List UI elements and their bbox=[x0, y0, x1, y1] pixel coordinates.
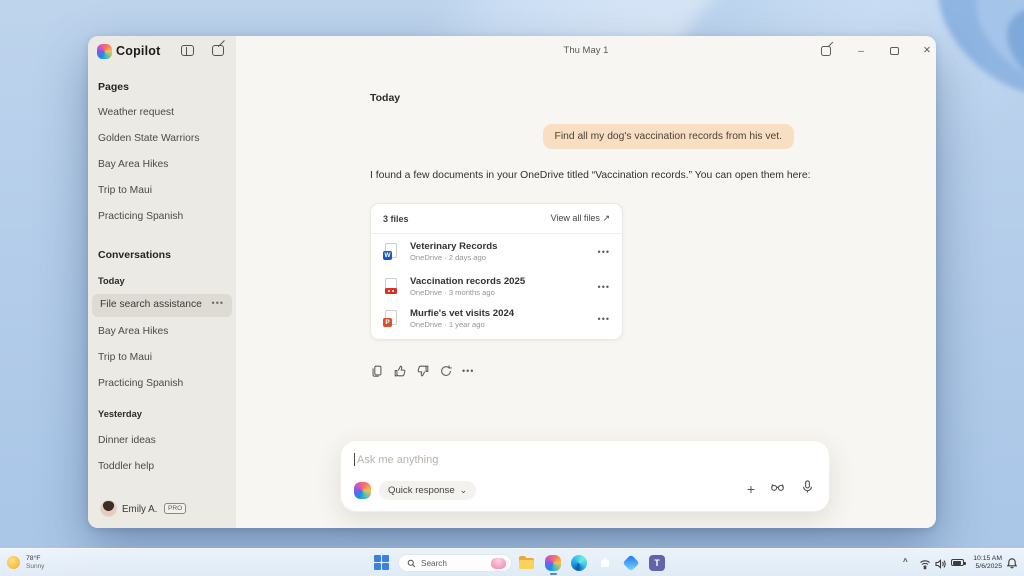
start-button[interactable] bbox=[374, 555, 390, 571]
chat-date-divider: Today bbox=[370, 92, 400, 104]
file-name[interactable]: Vaccination records 2025 bbox=[410, 276, 598, 287]
file-row[interactable]: Vaccination records 2025 OneDrive · 3 mo… bbox=[371, 269, 622, 304]
file-card-header: 3 files View all files ↗ bbox=[371, 204, 622, 234]
pages-header: Pages bbox=[98, 81, 129, 93]
sidebar-toggle-button[interactable] bbox=[181, 44, 195, 58]
regenerate-icon[interactable] bbox=[439, 364, 453, 378]
mic-icon[interactable] bbox=[800, 479, 815, 499]
notification-bell-icon[interactable] bbox=[1006, 556, 1018, 568]
search-input[interactable]: Search bbox=[398, 554, 512, 572]
user-name[interactable]: Emily A. bbox=[122, 504, 157, 515]
search-icon bbox=[407, 559, 416, 568]
file-count-label: 3 files bbox=[383, 214, 409, 224]
tray-date: 5/6/2025 bbox=[966, 563, 1002, 571]
thumbs-up-icon[interactable] bbox=[393, 364, 407, 378]
app-title: Copilot bbox=[116, 44, 160, 58]
microsoft-365-copilot-icon[interactable] bbox=[623, 555, 639, 571]
sidebar-item-weather-request[interactable]: Weather request bbox=[98, 107, 174, 118]
vision-glasses-icon[interactable] bbox=[770, 479, 785, 499]
sidebar-item-practicing-spanish[interactable]: Practicing Spanish bbox=[98, 211, 183, 222]
today-subheader: Today bbox=[98, 276, 125, 286]
conversations-header: Conversations bbox=[98, 249, 171, 261]
tray-clock[interactable]: 10:15 AM 5/6/2025 bbox=[966, 555, 1002, 571]
pdf-doc-icon bbox=[383, 278, 400, 295]
maximize-icon bbox=[890, 47, 899, 55]
sidebar-item-file-search-assistance[interactable]: File search assistance ••• bbox=[92, 294, 232, 317]
view-all-files-link[interactable]: View all files ↗ bbox=[551, 213, 610, 224]
share-icon bbox=[821, 46, 831, 56]
sidebar: Copilot Pages Weather request Golden Sta… bbox=[88, 36, 236, 528]
thumbs-down-icon[interactable] bbox=[416, 364, 430, 378]
teams-icon[interactable]: T bbox=[649, 555, 665, 571]
external-link-icon: ↗ bbox=[602, 213, 610, 223]
file-meta: OneDrive · 2 days ago bbox=[410, 253, 598, 262]
file-more-icon[interactable]: ••• bbox=[598, 247, 610, 257]
word-doc-icon: W bbox=[383, 243, 400, 260]
close-button[interactable]: ✕ bbox=[920, 44, 934, 58]
avatar[interactable] bbox=[100, 500, 117, 517]
wifi-icon[interactable] bbox=[919, 557, 931, 569]
file-meta: OneDrive · 3 months ago bbox=[410, 288, 598, 297]
sidebar-item-dinner-ideas[interactable]: Dinner ideas bbox=[98, 435, 156, 446]
sidebar-item-bay-area-hikes[interactable]: Bay Area Hikes bbox=[98, 159, 168, 170]
sidebar-item-trip-to-maui-convo[interactable]: Trip to Maui bbox=[98, 352, 152, 363]
search-highlight-image[interactable] bbox=[491, 558, 506, 569]
sidebar-item-toddler-help[interactable]: Toddler help bbox=[98, 461, 154, 472]
main-content: Thu May 1 – ✕ Today Find all my dog's va… bbox=[236, 36, 936, 528]
powerpoint-doc-icon: P bbox=[383, 310, 400, 327]
copy-icon[interactable] bbox=[370, 364, 384, 378]
response-mode-dropdown[interactable]: Quick response ⌄ bbox=[379, 481, 476, 500]
weather-temperature[interactable]: 78°F bbox=[26, 555, 40, 562]
desktop: Copilot Pages Weather request Golden Sta… bbox=[0, 0, 1024, 576]
file-explorer-icon[interactable] bbox=[519, 555, 535, 571]
copilot-logo-icon bbox=[97, 44, 112, 59]
copilot-app-window: Copilot Pages Weather request Golden Sta… bbox=[88, 36, 936, 528]
selected-conversation-label: File search assistance bbox=[100, 299, 202, 310]
yesterday-subheader: Yesterday bbox=[98, 409, 142, 419]
copilot-logo-icon bbox=[354, 482, 371, 499]
taskbar: 78°F Sunny Search T ^ bbox=[0, 548, 1024, 576]
attach-plus-icon[interactable]: + bbox=[747, 481, 755, 497]
share-button[interactable] bbox=[820, 44, 834, 58]
more-actions-icon[interactable]: ••• bbox=[462, 364, 474, 378]
weather-condition: Sunny bbox=[26, 563, 44, 570]
sidebar-item-practicing-spanish-convo[interactable]: Practicing Spanish bbox=[98, 378, 183, 389]
sidebar-item-trip-to-maui[interactable]: Trip to Maui bbox=[98, 185, 152, 196]
tray-chevron-icon[interactable]: ^ bbox=[903, 557, 908, 566]
file-meta: OneDrive · 1 year ago bbox=[410, 320, 598, 329]
assistant-message: I found a few documents in your OneDrive… bbox=[370, 170, 811, 181]
minimize-button[interactable]: – bbox=[854, 44, 868, 58]
file-more-icon[interactable]: ••• bbox=[598, 282, 610, 292]
sidebar-item-bay-area-hikes-convo[interactable]: Bay Area Hikes bbox=[98, 326, 168, 337]
search-placeholder: Search bbox=[421, 559, 491, 568]
file-results-card: 3 files View all files ↗ W Veterinary Re… bbox=[370, 203, 623, 340]
volume-icon[interactable] bbox=[934, 557, 946, 569]
sidebar-toggle-icon bbox=[181, 45, 194, 56]
taskbar-copilot-icon[interactable] bbox=[545, 555, 561, 571]
file-row[interactable]: P Murfie's vet visits 2024 OneDrive · 1 … bbox=[371, 304, 622, 339]
file-more-icon[interactable]: ••• bbox=[598, 314, 610, 324]
chevron-down-icon: ⌄ bbox=[460, 485, 468, 496]
new-chat-button[interactable] bbox=[212, 44, 226, 58]
tray-time: 10:15 AM bbox=[966, 555, 1002, 563]
response-actions: ••• bbox=[370, 364, 474, 378]
weather-sun-icon bbox=[7, 556, 20, 569]
edge-icon[interactable] bbox=[571, 555, 587, 571]
pro-badge: PRO bbox=[164, 503, 186, 514]
user-message-bubble: Find all my dog's vaccination records fr… bbox=[543, 124, 794, 149]
active-app-indicator bbox=[550, 573, 557, 575]
maximize-button[interactable] bbox=[888, 44, 902, 58]
file-name[interactable]: Veterinary Records bbox=[410, 241, 598, 252]
sidebar-item-golden-state-warriors[interactable]: Golden State Warriors bbox=[98, 133, 199, 144]
file-name[interactable]: Murfie's vet visits 2024 bbox=[410, 308, 598, 319]
composer[interactable]: Ask me anything Quick response ⌄ + bbox=[340, 440, 830, 512]
file-row[interactable]: W Veterinary Records OneDrive · 2 days a… bbox=[371, 234, 622, 269]
composer-placeholder[interactable]: Ask me anything bbox=[357, 454, 438, 466]
battery-icon[interactable] bbox=[951, 559, 964, 566]
conversation-more-icon[interactable]: ••• bbox=[212, 298, 224, 308]
text-cursor bbox=[354, 453, 355, 466]
